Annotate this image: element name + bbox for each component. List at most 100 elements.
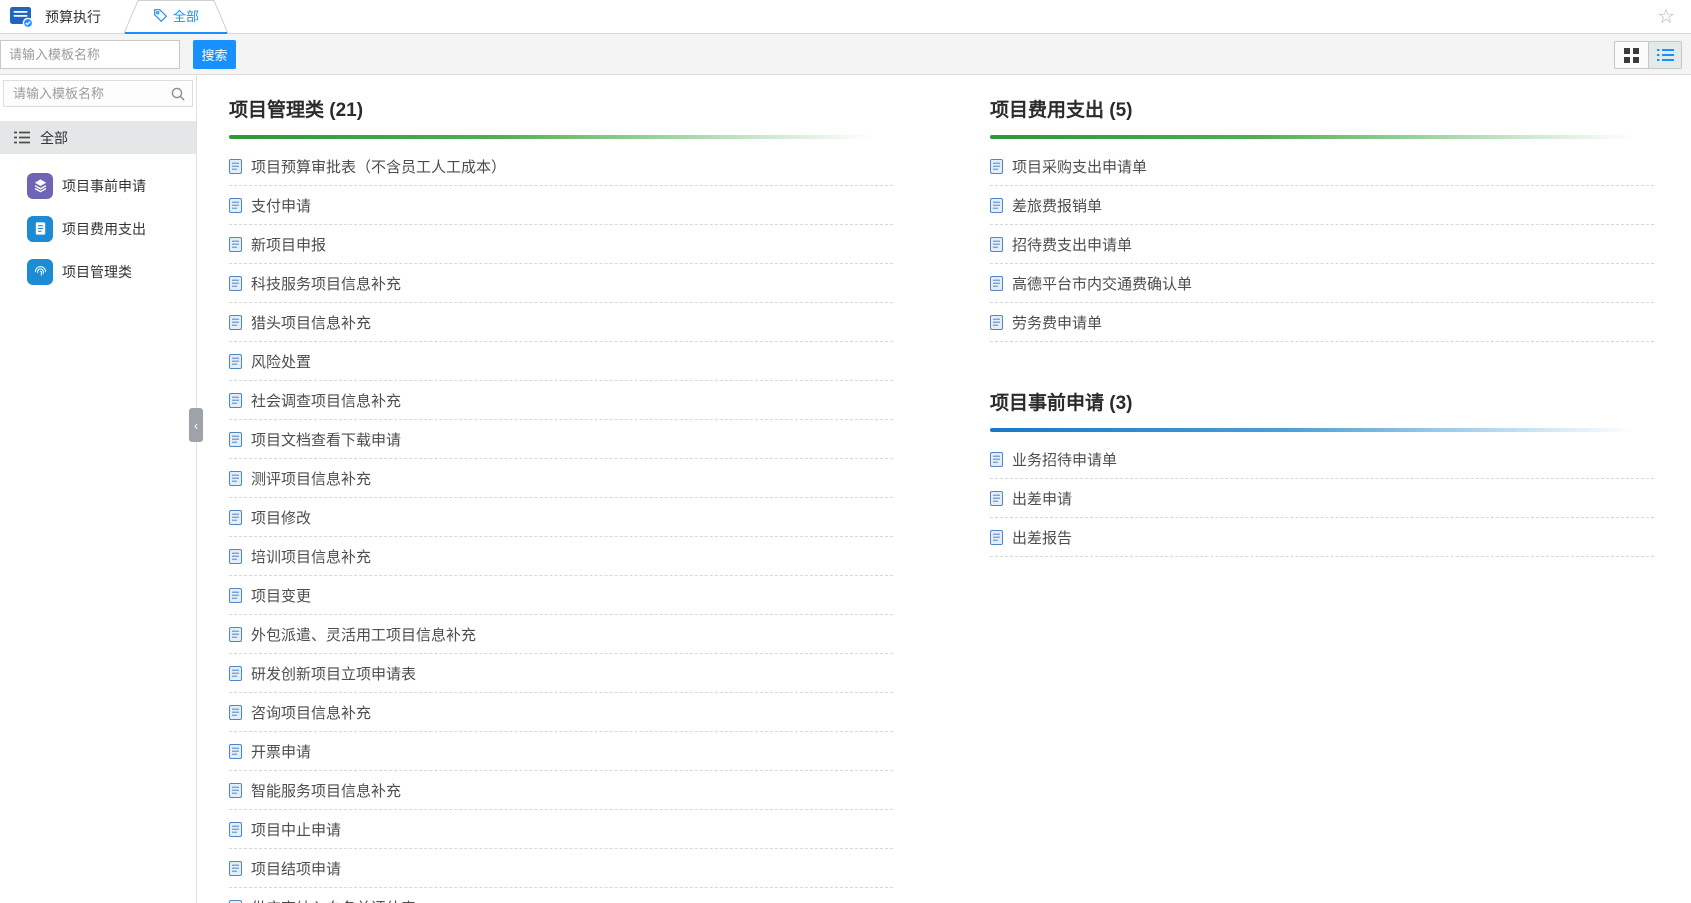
template-list-item[interactable]: 风险处置 xyxy=(229,342,893,381)
template-item-label: 项目中止申请 xyxy=(251,819,341,840)
template-list-item[interactable]: 猎头项目信息补充 xyxy=(229,303,893,342)
sidebar-item-all[interactable]: 全部 xyxy=(0,121,196,154)
template-list-item[interactable]: 出差申请 xyxy=(990,479,1654,518)
template-list-item[interactable]: 咨询项目信息补充 xyxy=(229,693,893,732)
template-item-label: 业务招待申请单 xyxy=(1012,449,1117,470)
template-list-item[interactable]: 项目预算审批表（不含员工人工成本） xyxy=(229,147,893,186)
document-icon xyxy=(229,354,242,369)
template-list-item[interactable]: 新项目申报 xyxy=(229,225,893,264)
template-item-label: 社会调查项目信息补充 xyxy=(251,390,401,411)
sidebar-collapse-handle[interactable]: ‹ xyxy=(189,408,203,442)
document-icon xyxy=(229,276,242,291)
template-list-item[interactable]: 项目修改 xyxy=(229,498,893,537)
section-accent-bar xyxy=(990,428,1654,432)
document-icon xyxy=(990,315,1003,330)
sidebar-category-label: 项目费用支出 xyxy=(62,219,146,239)
template-list-item[interactable]: 项目结项申请 xyxy=(229,849,893,888)
template-list-item[interactable]: 招待费支出申请单 xyxy=(990,225,1654,264)
layers-icon xyxy=(27,173,53,199)
tag-icon xyxy=(153,8,168,23)
template-list-item[interactable]: 项目中止申请 xyxy=(229,810,893,849)
template-list-item[interactable]: 项目采购支出申请单 xyxy=(990,147,1654,186)
document-icon xyxy=(229,588,242,603)
sidebar-item-expense[interactable]: 项目费用支出 xyxy=(0,207,196,250)
document-icon xyxy=(229,510,242,525)
document-icon xyxy=(229,744,242,759)
sidebar-category-label: 项目管理类 xyxy=(62,262,132,282)
document-icon xyxy=(229,705,242,720)
section-item-list: 业务招待申请单 出差申请 出差报告 xyxy=(990,440,1654,557)
document-icon xyxy=(990,237,1003,252)
section-accent-bar xyxy=(990,135,1654,139)
template-list-item[interactable]: 差旅费报销单 xyxy=(990,186,1654,225)
tab-bar: 预算执行 全部 ☆ xyxy=(0,0,1691,34)
document-icon xyxy=(229,549,242,564)
list-view-button[interactable] xyxy=(1648,42,1681,68)
sidebar: 全部 项目事前申请 xyxy=(0,75,197,903)
template-list-item[interactable]: 支付申请 xyxy=(229,186,893,225)
app-brand: 预算执行 xyxy=(9,5,101,29)
template-list-item[interactable]: 劳务费申请单 xyxy=(990,303,1654,342)
document-icon xyxy=(990,491,1003,506)
template-list-item[interactable]: 出差报告 xyxy=(990,518,1654,557)
section-title: 项目管理类 (21) xyxy=(229,99,893,123)
document-icon xyxy=(229,861,242,876)
document-icon xyxy=(990,452,1003,467)
template-list-item[interactable]: 业务招待申请单 xyxy=(990,440,1654,479)
search-button[interactable]: 搜索 xyxy=(193,40,236,69)
template-search-input[interactable] xyxy=(0,40,180,69)
search-icon xyxy=(171,87,185,106)
document-icon xyxy=(229,198,242,213)
template-list-item[interactable]: 科技服务项目信息补充 xyxy=(229,264,893,303)
grid-view-icon xyxy=(1624,48,1639,63)
fingerprint-icon xyxy=(27,259,53,285)
template-item-label: 外包派遣、灵活用工项目信息补充 xyxy=(251,624,476,645)
sidebar-search-box xyxy=(3,80,193,107)
view-toggle xyxy=(1614,41,1682,69)
template-list-item[interactable]: 社会调查项目信息补充 xyxy=(229,381,893,420)
template-list-item[interactable]: 开票申请 xyxy=(229,732,893,771)
template-item-label: 项目预算审批表（不含员工人工成本） xyxy=(251,156,506,177)
budget-form-icon xyxy=(9,5,34,29)
template-section: 项目事前申请 (3) 业务招待申请单 出差申请 xyxy=(990,392,1654,557)
template-item-label: 研发创新项目立项申请表 xyxy=(251,663,416,684)
template-item-label: 风险处置 xyxy=(251,351,311,372)
template-item-label: 培训项目信息补充 xyxy=(251,546,371,567)
template-list-item[interactable]: 智能服务项目信息补充 xyxy=(229,771,893,810)
document-icon xyxy=(229,627,242,642)
template-item-label: 劳务费申请单 xyxy=(1012,312,1102,333)
template-list-item[interactable]: 培训项目信息补充 xyxy=(229,537,893,576)
list-view-icon xyxy=(1657,48,1674,62)
document-icon xyxy=(990,159,1003,174)
template-list-item[interactable]: 项目变更 xyxy=(229,576,893,615)
search-row: 搜索 xyxy=(0,34,1691,75)
template-list-item[interactable]: 项目文档查看下载申请 xyxy=(229,420,893,459)
template-item-label: 科技服务项目信息补充 xyxy=(251,273,401,294)
favorite-star-icon[interactable]: ☆ xyxy=(1657,4,1675,30)
template-item-label: 供应商纳入白名单评估表 xyxy=(251,897,416,903)
template-list-item[interactable]: 外包派遣、灵活用工项目信息补充 xyxy=(229,615,893,654)
document-icon xyxy=(229,822,242,837)
section-title: 项目费用支出 (5) xyxy=(990,99,1654,123)
column-left: 项目管理类 (21) 项目预算审批表（不含员工人工成本） 支付申请 xyxy=(229,75,893,903)
sidebar-category-label: 项目事前申请 xyxy=(62,176,146,196)
sidebar-item-pre-application[interactable]: 项目事前申请 xyxy=(0,164,196,207)
document-icon xyxy=(229,432,242,447)
document-icon xyxy=(229,471,242,486)
sidebar-item-management[interactable]: 项目管理类 xyxy=(0,250,196,293)
tab-all[interactable]: 全部 xyxy=(124,0,228,34)
template-list-item[interactable]: 测评项目信息补充 xyxy=(229,459,893,498)
template-item-label: 项目文档查看下载申请 xyxy=(251,429,401,450)
template-list-item[interactable]: 高德平台市内交通费确认单 xyxy=(990,264,1654,303)
list-icon xyxy=(14,131,30,144)
document-icon xyxy=(229,315,242,330)
document-icon xyxy=(990,198,1003,213)
app-title: 预算执行 xyxy=(45,7,101,27)
template-list-item[interactable]: 供应商纳入白名单评估表 xyxy=(229,888,893,903)
template-item-label: 测评项目信息补充 xyxy=(251,468,371,489)
section-accent-bar xyxy=(229,135,893,139)
document-icon xyxy=(229,666,242,681)
template-section: 项目管理类 (21) 项目预算审批表（不含员工人工成本） 支付申请 xyxy=(229,99,893,903)
grid-view-button[interactable] xyxy=(1615,42,1648,68)
template-list-item[interactable]: 研发创新项目立项申请表 xyxy=(229,654,893,693)
